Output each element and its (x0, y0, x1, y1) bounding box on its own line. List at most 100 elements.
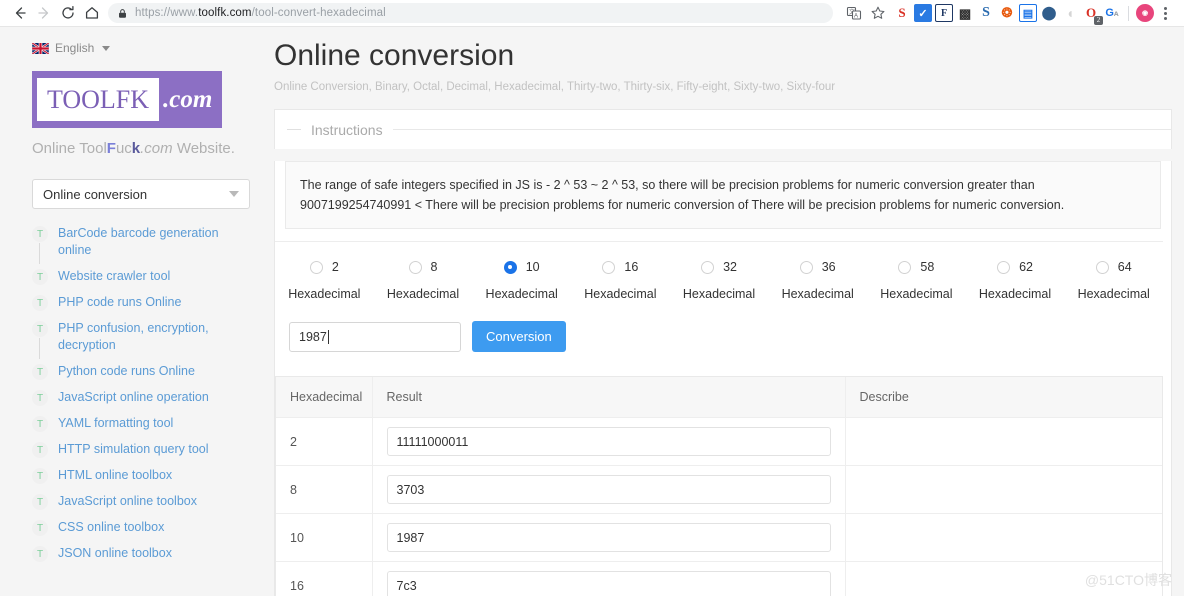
base-label: Hexadecimal (682, 287, 756, 301)
moon-extension-icon[interactable]: ◖ (1061, 4, 1079, 22)
url-path: /tool-convert-hexadecimal (251, 7, 386, 19)
profile-avatar-icon[interactable]: ◉ (1136, 4, 1154, 22)
result-value: 11111000011 (396, 434, 469, 449)
lifebuoy-extension-icon[interactable]: ❂ (998, 4, 1016, 22)
translate-button[interactable]: 文 A (843, 2, 865, 24)
radio-icon[interactable] (602, 260, 616, 274)
sidebar-item-yaml[interactable]: T YAML formatting tool (32, 415, 250, 432)
radio-icon[interactable] (1095, 260, 1109, 274)
checkmark-extension-icon[interactable]: ✓ (914, 4, 932, 22)
sidebar-item-json-toolbox[interactable]: T JSON online toolbox (32, 545, 250, 562)
convert-button[interactable]: Conversion (472, 321, 566, 352)
url-domain: toolfk.com (198, 7, 252, 19)
sidebar-item-php-code[interactable]: T PHP code runs Online (32, 294, 250, 311)
sidebar-item-javascript-toolbox[interactable]: T JavaScript online toolbox (32, 493, 250, 510)
sidebar-nav-list: T BarCode barcode generation online T We… (32, 225, 250, 562)
sidebar-item-label[interactable]: Python code runs Online (58, 363, 195, 380)
column-header-base: Hexadecimal (276, 377, 373, 418)
row-result-cell: 1987 (372, 513, 846, 562)
s-blue-extension-icon[interactable]: S (977, 4, 995, 22)
base-option-64[interactable]: 64 Hexadecimal (1064, 260, 1163, 301)
site-tagline: Online ToolFuck.com Website. (32, 140, 250, 157)
globe-extension-icon[interactable]: ⬤ (1040, 4, 1058, 22)
browser-menu-button[interactable] (1154, 2, 1176, 24)
column-header-describe: Describe (845, 377, 1162, 418)
base-value: 62 (1019, 260, 1033, 274)
sidebar-item-label[interactable]: CSS online toolbox (58, 519, 164, 536)
forward-button[interactable] (32, 1, 56, 25)
sidebar-item-css-toolbox[interactable]: T CSS online toolbox (32, 519, 250, 536)
base-option-58[interactable]: 58 Hexadecimal (867, 260, 966, 301)
result-input[interactable]: 7c3 (386, 571, 831, 596)
google-translate-extension-icon[interactable]: Gᴀ (1103, 4, 1121, 22)
tool-icon: T (32, 546, 48, 562)
f-extension-icon[interactable]: F (935, 4, 953, 22)
row-describe (845, 513, 1162, 562)
reload-button[interactable] (56, 1, 80, 25)
radio-icon[interactable] (408, 260, 422, 274)
clipboard-extension-icon[interactable]: ▤ (1019, 4, 1037, 22)
sidebar-item-label[interactable]: Website crawler tool (58, 268, 170, 285)
sidebar-item-website-crawler[interactable]: T Website crawler tool (32, 268, 250, 285)
address-bar[interactable]: https://www.toolfk.com/tool-convert-hexa… (108, 3, 833, 23)
base-option-2[interactable]: 2 Hexadecimal (275, 260, 374, 301)
sidebar-item-php-confusion[interactable]: T PHP confusion, encryption, decryption (32, 320, 250, 359)
main-content: Online conversion Online Conversion, Bin… (270, 27, 1184, 596)
sidebar-item-label[interactable]: PHP code runs Online (58, 294, 181, 311)
radio-icon[interactable] (309, 260, 323, 274)
home-button[interactable] (80, 1, 104, 25)
chevron-down-icon (102, 45, 111, 51)
base-option-36[interactable]: 36 Hexadecimal (768, 260, 867, 301)
sidebar-item-http-simulation[interactable]: T HTTP simulation query tool (32, 441, 250, 458)
sidebar-item-label[interactable]: HTTP simulation query tool (58, 441, 209, 458)
instructions-legend: Instructions (311, 121, 383, 138)
sidebar-item-barcode[interactable]: T BarCode barcode generation online (32, 225, 250, 264)
sidebar-item-javascript-operation[interactable]: T JavaScript online operation (32, 389, 250, 406)
base-option-8[interactable]: 8 Hexadecimal (374, 260, 473, 301)
back-button[interactable] (8, 1, 32, 25)
base-option-62[interactable]: 62 Hexadecimal (966, 260, 1065, 301)
site-logo[interactable]: TOOLFK .com (32, 71, 222, 128)
result-input[interactable]: 11111000011 (386, 427, 831, 456)
results-table: Hexadecimal Result Describe 2 1111100001… (276, 377, 1162, 596)
conversion-input-value: 1987 (299, 329, 327, 344)
sidebar-item-label[interactable]: YAML formatting tool (58, 415, 173, 432)
base-value: 58 (920, 260, 935, 274)
opera-extension-icon[interactable]: O2 (1082, 4, 1103, 25)
base-option-10[interactable]: 10 Hexadecimal (472, 260, 571, 301)
base-label: Hexadecimal (386, 287, 460, 301)
sidebar-item-python-code[interactable]: T Python code runs Online (32, 363, 250, 380)
result-input[interactable]: 1987 (386, 523, 831, 552)
sogou-extension-icon[interactable]: S (893, 4, 911, 22)
sidebar-item-label[interactable]: BarCode barcode generation online (58, 225, 238, 259)
table-header-row: Hexadecimal Result Describe (276, 377, 1162, 418)
sidebar-item-label[interactable]: PHP confusion, encryption, decryption (58, 320, 238, 354)
sidebar-item-label[interactable]: JavaScript online operation (58, 389, 209, 406)
radio-icon[interactable] (503, 260, 517, 274)
tool-icon: T (32, 321, 48, 359)
row-result-cell: 7c3 (372, 561, 846, 596)
radio-icon[interactable] (997, 260, 1011, 274)
radio-icon[interactable] (898, 260, 912, 274)
language-selector[interactable]: English (32, 41, 250, 55)
radio-icon[interactable] (701, 260, 715, 274)
result-input[interactable]: 3703 (386, 475, 831, 504)
category-select[interactable]: Online conversion (32, 179, 250, 209)
row-describe (845, 465, 1162, 514)
sidebar-item-label[interactable]: JavaScript online toolbox (58, 493, 197, 510)
row-base: 2 (276, 417, 373, 466)
sidebar-item-label[interactable]: HTML online toolbox (58, 467, 172, 484)
qrcode-extension-icon[interactable]: ▩ (956, 4, 974, 22)
sidebar-item-html-toolbox[interactable]: T HTML online toolbox (32, 467, 250, 484)
sidebar-item-label[interactable]: JSON online toolbox (58, 545, 172, 562)
conversion-input[interactable]: 1987 (289, 321, 461, 352)
base-option-32[interactable]: 32 Hexadecimal (670, 260, 769, 301)
instructions-panel: The range of safe integers specified in … (274, 161, 1172, 596)
logo-tld: .com (163, 86, 213, 113)
row-describe (845, 417, 1162, 466)
radio-icon[interactable] (799, 260, 813, 274)
base-label: Hexadecimal (781, 287, 854, 301)
base-option-16[interactable]: 16 Hexadecimal (571, 260, 670, 301)
bookmark-button[interactable] (867, 2, 889, 24)
tool-icon: T (32, 520, 48, 536)
